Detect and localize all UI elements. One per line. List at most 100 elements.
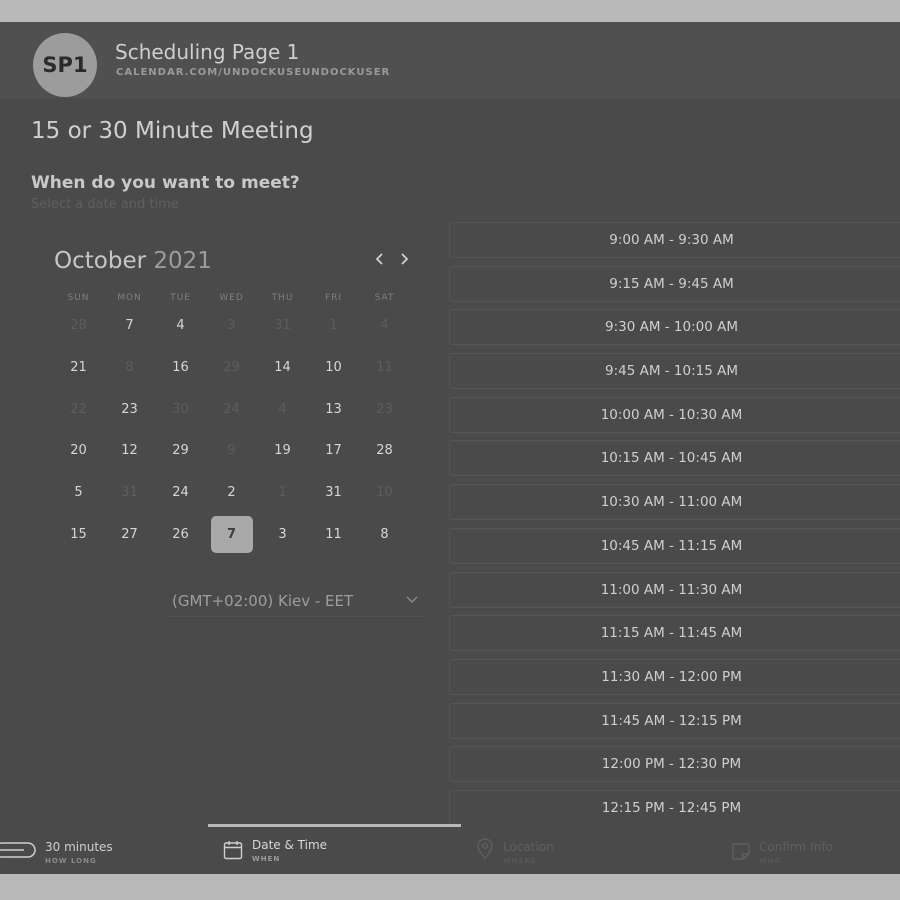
calendar-day-number: 26	[172, 526, 189, 542]
calendar-day[interactable]: 10	[308, 347, 359, 389]
weekday-label: MON	[117, 293, 142, 303]
calendar-day-number: 31	[274, 318, 291, 334]
next-month-button[interactable]	[396, 250, 412, 271]
time-slot-button[interactable]: 11:45 AM - 12:15 PM	[449, 702, 900, 739]
calendar-day: 8	[104, 347, 155, 389]
time-slot-button[interactable]: 11:15 AM - 11:45 AM	[449, 615, 900, 652]
step-location[interactable]: Location WHERE	[461, 824, 711, 874]
calendar-day-number: 2	[227, 485, 236, 501]
calendar-day: 9	[206, 430, 257, 472]
calendar-day: 28	[53, 305, 104, 347]
location-pin-icon	[477, 838, 493, 860]
calendar-day-number: 29	[172, 443, 189, 459]
time-slot-button[interactable]: 9:15 AM - 9:45 AM	[449, 265, 900, 302]
chevron-right-icon	[401, 253, 409, 265]
calendar-day-number: 1	[329, 318, 338, 334]
time-slot-button[interactable]: 9:00 AM - 9:30 AM	[449, 222, 900, 258]
step-duration[interactable]: 30 minutes HOW LONG	[0, 824, 208, 874]
calendar-day-number: 19	[274, 443, 291, 459]
step-confirm-info[interactable]: Confirm Info WHO	[711, 824, 900, 874]
step-label: Confirm Info	[759, 840, 833, 854]
calendar-day-number: 27	[121, 526, 138, 542]
calendar-day-number: 28	[376, 443, 393, 459]
calendar-day[interactable]: 2	[206, 472, 257, 514]
calendar-day-number: 7	[125, 318, 134, 334]
calendar-day[interactable]: 26	[155, 513, 206, 555]
calendar-day-number: 20	[70, 443, 87, 459]
calendar-day-number: 31	[121, 485, 138, 501]
weekday-label: SUN	[67, 293, 90, 303]
time-slot-button[interactable]: 10:45 AM - 11:15 AM	[449, 527, 900, 564]
calendar-day[interactable]: 15	[53, 513, 104, 555]
calendar-day-number: 4	[278, 401, 287, 417]
calendar-day[interactable]: 24	[155, 472, 206, 514]
time-slot-button[interactable]: 11:30 AM - 12:00 PM	[449, 658, 900, 695]
calendar-day-number: 29	[223, 360, 240, 376]
calendar-day[interactable]: 16	[155, 347, 206, 389]
calendar-day[interactable]: 21	[53, 347, 104, 389]
calendar-day[interactable]: 31	[308, 472, 359, 514]
calendar-day-number: 13	[325, 401, 342, 417]
calendar-day[interactable]: 13	[308, 388, 359, 430]
calendar-day[interactable]: 7	[104, 305, 155, 347]
chevron-left-icon	[375, 253, 383, 265]
time-slot-button[interactable]: 12:15 PM - 12:45 PM	[449, 789, 900, 826]
calendar-day[interactable]: 20	[53, 430, 104, 472]
step-date-time[interactable]: Date & Time WHEN	[208, 824, 461, 874]
calendar-day-number: 17	[325, 443, 342, 459]
calendar-day[interactable]: 3	[257, 513, 308, 555]
scheduling-page-url[interactable]: CALENDAR.COM/UNDOCKUSEUNDOCKUSER	[116, 67, 390, 78]
timezone-value: (GMT+02:00) Kiev - EET	[172, 592, 354, 610]
calendar-day[interactable]: 5	[53, 472, 104, 514]
time-slot-button[interactable]: 11:00 AM - 11:30 AM	[449, 571, 900, 608]
calendar-day: 22	[53, 388, 104, 430]
time-slot-button[interactable]: 10:00 AM - 10:30 AM	[449, 396, 900, 433]
scheduling-window: SP1 Scheduling Page 1 CALENDAR.COM/UNDOC…	[0, 22, 900, 874]
note-icon	[732, 843, 750, 860]
calendar-day: 4	[257, 388, 308, 430]
prev-month-button[interactable]	[372, 250, 388, 271]
calendar-day[interactable]: 4	[155, 305, 206, 347]
calendar-day-number: 4	[380, 318, 389, 334]
calendar-month: October	[54, 248, 147, 274]
calendar-day: 31	[257, 305, 308, 347]
calendar-day: 24	[206, 388, 257, 430]
calendar-day-number: 10	[325, 360, 342, 376]
calendar-day-number: 4	[176, 318, 185, 334]
time-slot-button[interactable]: 9:30 AM - 10:00 AM	[449, 309, 900, 346]
time-slot-button[interactable]: 9:45 AM - 10:15 AM	[449, 353, 900, 390]
calendar-day-selected[interactable]: 7	[206, 513, 257, 555]
calendar-day[interactable]: 29	[155, 430, 206, 472]
calendar-day: 10	[359, 472, 410, 514]
time-slot-button[interactable]: 12:00 PM - 12:30 PM	[449, 746, 900, 783]
calendar-day[interactable]: 17	[308, 430, 359, 472]
date-hint: Select a date and time	[31, 197, 179, 212]
timezone-select[interactable]: (GMT+02:00) Kiev - EET	[168, 584, 424, 617]
calendar-day-number: 30	[172, 401, 189, 417]
calendar-day: 31	[104, 472, 155, 514]
calendar-day-number: 15	[70, 526, 87, 542]
calendar-day[interactable]: 12	[104, 430, 155, 472]
calendar-day: 11	[359, 347, 410, 389]
calendar-day[interactable]: 11	[308, 513, 359, 555]
calendar-day[interactable]: 23	[104, 388, 155, 430]
calendar-day: 29	[206, 347, 257, 389]
calendar-day[interactable]: 19	[257, 430, 308, 472]
step-sub: WHO	[759, 857, 782, 865]
calendar-day[interactable]: 27	[104, 513, 155, 555]
calendar-day-number: 16	[172, 360, 189, 376]
time-slot-button[interactable]: 10:15 AM - 10:45 AM	[449, 440, 900, 477]
step-label: Date & Time	[252, 838, 328, 852]
calendar-day-number: 11	[376, 360, 393, 376]
chevron-down-icon	[406, 596, 418, 604]
time-slot-button[interactable]: 10:30 AM - 11:00 AM	[449, 484, 900, 521]
calendar-day-number: 5	[74, 485, 83, 501]
calendar-day[interactable]: 8	[359, 513, 410, 555]
calendar-day-number: 3	[278, 526, 287, 542]
calendar-day[interactable]: 14	[257, 347, 308, 389]
active-step-indicator	[208, 824, 461, 827]
calendar-day-number: 24	[223, 401, 240, 417]
calendar-day-number: 12	[121, 443, 138, 459]
calendar-day-number: 7	[210, 515, 253, 553]
calendar-day[interactable]: 28	[359, 430, 410, 472]
